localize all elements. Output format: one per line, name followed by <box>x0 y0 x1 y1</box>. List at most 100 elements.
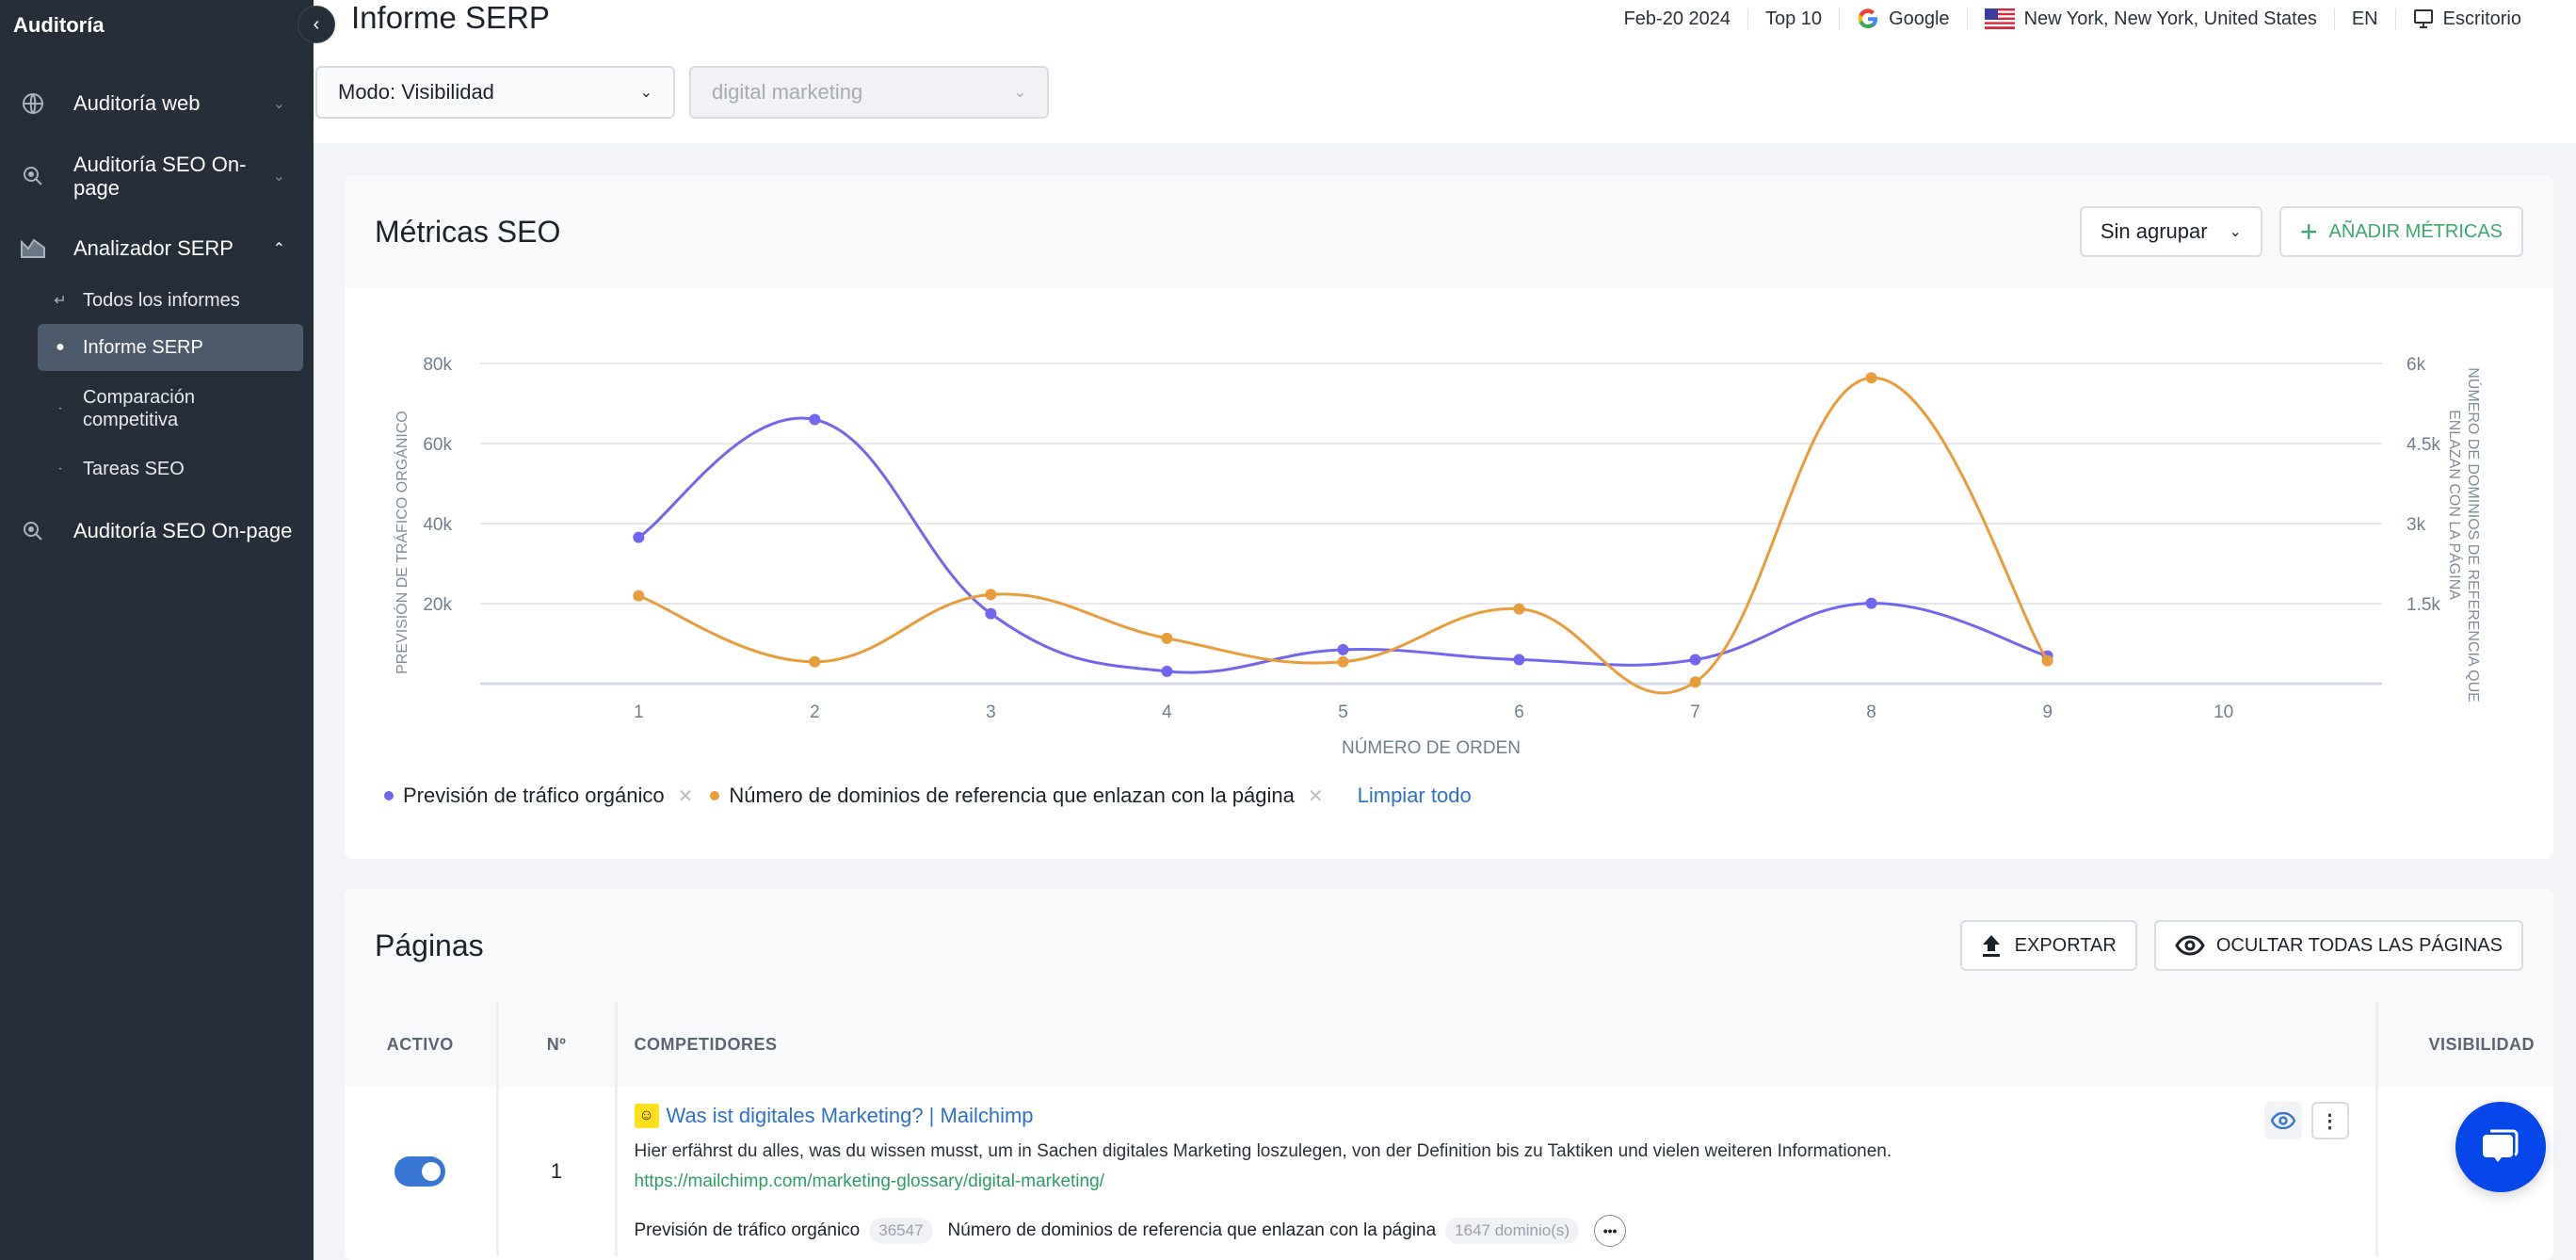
col-visibilidad[interactable]: VISIBILIDAD <box>2376 1002 2553 1087</box>
x-tick-label: 8 <box>1866 703 1876 722</box>
metric1-label: Previsión de tráfico orgánico <box>634 1220 861 1240</box>
export-label: EXPORTAR <box>2014 934 2117 956</box>
bullet-icon: ● <box>56 339 65 355</box>
add-metrics-button[interactable]: + AÑADIR MÉTRICAS <box>2278 206 2523 257</box>
hide-all-pages-button[interactable]: OCULTAR TODAS LAS PÁGINAS <box>2153 920 2523 971</box>
sidebar-item-label: Analizador SERP <box>73 236 233 260</box>
search-eye-icon <box>19 517 47 545</box>
mode-select-value: Modo: Visibilidad <box>338 80 494 104</box>
google-icon <box>1857 8 1879 30</box>
export-button[interactable]: EXPORTAR <box>1959 920 2137 971</box>
row-menu-button[interactable]: ⋮ <box>2310 1102 2349 1139</box>
legend-label-series1: Previsión de tráfico orgánico <box>403 783 665 807</box>
sidebar-item-analizador-serp[interactable]: Analizador SERP ⌃ <box>0 230 314 267</box>
back-arrow-icon: ↵ <box>54 293 67 309</box>
col-numero[interactable]: Nº <box>497 1002 618 1087</box>
chevron-up-icon: ⌃ <box>272 241 285 257</box>
globe-icon <box>19 89 47 118</box>
report-language: EN <box>2333 8 2395 30</box>
x-tick-label: 7 <box>1690 703 1700 722</box>
sidebar-subitem-tareas-seo[interactable]: · Tareas SEO <box>38 450 303 488</box>
group-select-value: Sin agrupar <box>2100 219 2208 243</box>
series-point-2 <box>985 589 997 601</box>
toggle-visibility-button[interactable] <box>2263 1102 2302 1139</box>
sidebar-subitem-label: Comparación competitiva <box>83 387 195 430</box>
y-left-tick-label: 40k <box>423 515 452 535</box>
remove-series2-icon[interactable]: ✕ <box>1308 784 1324 808</box>
series-line-1 <box>637 416 2049 674</box>
sidebar-subitem-comparacion[interactable]: · Comparación competitiva <box>38 382 303 435</box>
row-actions: ⋮ <box>2263 1102 2349 1139</box>
x-axis-title: NÚMERO DE ORDEN <box>1342 737 1521 758</box>
competitor-description: Hier erfährst du alles, was du wissen mu… <box>634 1141 1892 1161</box>
competitor-cell: ☺ Was ist digitales Marketing? | Mailchi… <box>616 1087 2378 1256</box>
sidebar-item-auditoria-seo-onpage[interactable]: Auditoría SEO On-page ⌄ <box>0 153 314 200</box>
x-tick-label: 3 <box>986 703 996 722</box>
pages-card: Páginas EXPORTAR OCULTAR TODAS LAS PÁGIN… <box>345 889 2553 1260</box>
group-select[interactable]: Sin agrupar ⌄ <box>2079 206 2262 257</box>
add-metrics-label: AÑADIR MÉTRICAS <box>2328 220 2503 242</box>
eye-icon <box>2175 935 2205 956</box>
y-right-tick-label: 4.5k <box>2407 435 2440 455</box>
col-activo[interactable]: ACTIVO <box>345 1002 499 1087</box>
keyword-select[interactable]: digital marketing ⌄ <box>689 66 1049 119</box>
competitor-title-link[interactable]: Was ist digitales Marketing? | Mailchimp <box>667 1104 1034 1128</box>
sidebar-item-auditoria-seo-onpage-2[interactable]: Auditoría SEO On-page <box>0 512 314 550</box>
x-tick-label: 2 <box>810 703 820 722</box>
sidebar-item-auditoria-web[interactable]: Auditoría web ⌄ <box>0 85 314 122</box>
top-text: Top 10 <box>1765 8 1823 29</box>
sidebar-subitem-todos-informes[interactable]: ↵ Todos los informes <box>38 283 303 318</box>
sidebar-item-label: Auditoría SEO On-page <box>73 153 247 200</box>
chevron-down-icon: ⌄ <box>272 168 285 185</box>
metric1-badge: 36547 <box>869 1218 933 1244</box>
series-point-1 <box>1689 654 1701 666</box>
legend-dot-series1 <box>384 791 394 800</box>
y-right-tick-label: 6k <box>2407 355 2426 375</box>
series-point-2 <box>809 655 821 668</box>
sidebar-item-label: Auditoría web <box>73 91 201 115</box>
chevron-left-icon: ‹ <box>313 13 320 35</box>
series-point-2 <box>1161 632 1173 644</box>
series-point-1 <box>1337 643 1349 655</box>
series-point-2 <box>1865 372 1877 384</box>
y-left-tick-label: 20k <box>423 595 452 615</box>
metrics-card-title: Métricas SEO <box>375 214 561 249</box>
upload-icon <box>1981 933 2002 958</box>
x-tick-label: 1 <box>634 703 644 722</box>
collapse-sidebar-button[interactable]: ‹ <box>298 6 335 43</box>
series-point-2 <box>2041 654 2053 667</box>
mailchimp-favicon-icon: ☺ <box>634 1104 659 1128</box>
plus-icon: + <box>2299 214 2318 249</box>
clear-all-link[interactable]: Limpiar todo <box>1358 783 1472 808</box>
table-row: 1 ☺ Was ist digitales Marketing? | Mailc… <box>345 1087 2553 1256</box>
us-flag-icon <box>1984 8 2015 29</box>
eye-icon <box>2270 1112 2295 1129</box>
series-point-1 <box>1865 597 1877 609</box>
pages-card-title: Páginas <box>375 928 484 962</box>
series-point-2 <box>1337 655 1349 668</box>
table-header: ACTIVO Nº COMPETIDORES VISIBILIDAD <box>345 1002 2553 1087</box>
bullet-icon: · <box>57 460 63 477</box>
pages-card-header: Páginas EXPORTAR OCULTAR TODAS LAS PÁGIN… <box>345 889 2553 1002</box>
remove-series1-icon[interactable]: ✕ <box>678 784 694 808</box>
sidebar: Auditoría Auditoría web ⌄ Auditoría SEO … <box>0 0 314 1260</box>
chart-area: 20k 1.5k 40k 3k 60k 4.5k 80k 6k 1 2 3 4 5 6 7 8 9 10 NÚMER… <box>345 288 2553 863</box>
col-competidores[interactable]: COMPETIDORES <box>616 1002 2378 1087</box>
more-metrics-button[interactable]: ••• <box>1594 1215 1627 1247</box>
chat-button[interactable] <box>2455 1102 2546 1192</box>
engine-text: Google <box>1889 8 1950 29</box>
seo-metrics-chart: 20k 1.5k 40k 3k 60k 4.5k 80k 6k 1 2 3 4 5 6 7 8 9 10 NÚMER… <box>393 355 2483 758</box>
device-text: Escritorio <box>2442 8 2521 29</box>
mode-select[interactable]: Modo: Visibilidad ⌄ <box>315 66 675 119</box>
metrics-card: Métricas SEO Sin agrupar ⌄ + AÑADIR MÉTR… <box>345 175 2553 859</box>
active-toggle[interactable] <box>394 1156 446 1187</box>
chat-bubble-icon <box>2483 1129 2519 1162</box>
sidebar-subitem-informe-serp[interactable]: ● Informe SERP <box>38 324 303 371</box>
competitor-url[interactable]: https://mailchimp.com/marketing-glossary… <box>635 1171 2359 1192</box>
sidebar-subitem-label: Informe SERP <box>83 336 203 358</box>
report-engine: Google <box>1839 8 1967 30</box>
bullet-icon: · <box>57 400 63 416</box>
active-cell <box>345 1087 499 1256</box>
report-meta: Feb-20 2024 Top 10 Google New York, New … <box>1607 8 2538 30</box>
series-point-1 <box>1161 665 1173 677</box>
